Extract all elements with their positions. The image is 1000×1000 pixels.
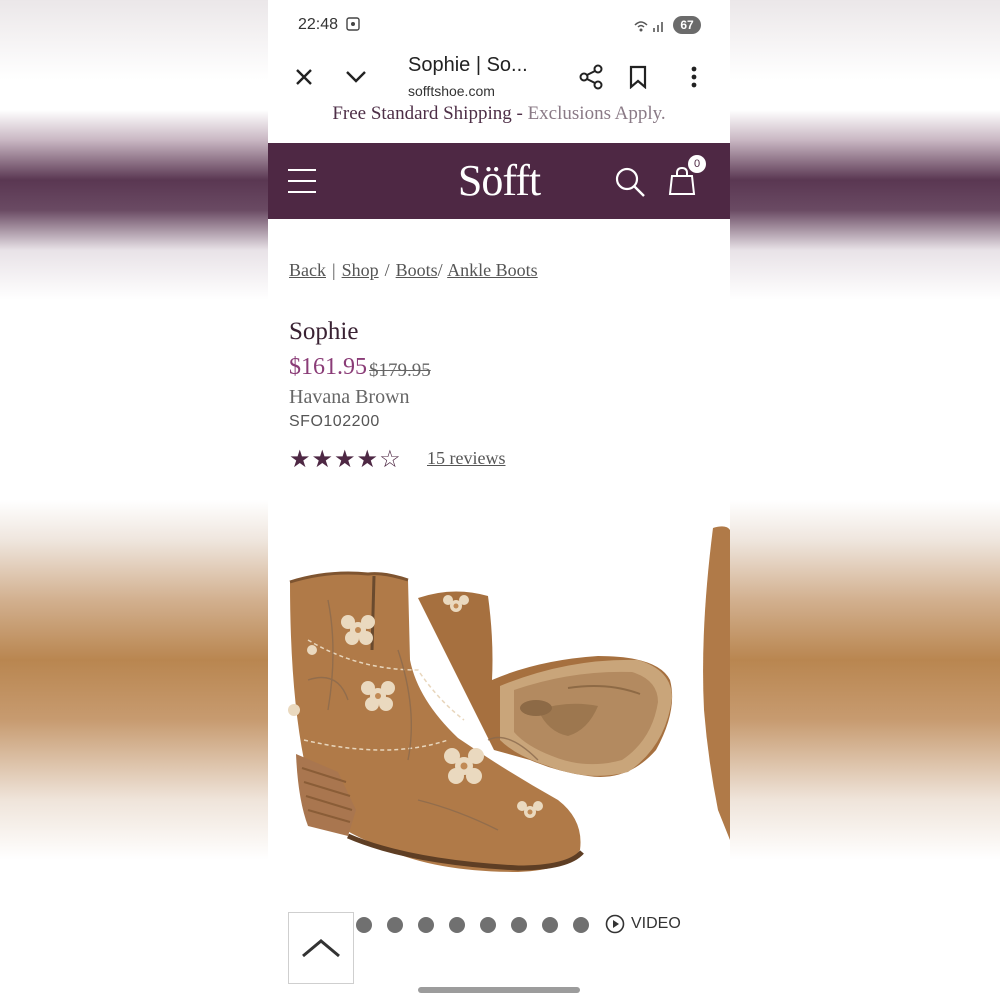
star-rating[interactable]: ★★★★☆ [289, 445, 402, 474]
carousel-dot[interactable] [511, 917, 527, 933]
url-text[interactable]: sofftshoe.com [408, 83, 495, 99]
promo-text: Free Standard Shipping - [332, 103, 528, 124]
product-color: Havana Brown [289, 386, 410, 408]
carousel-dot[interactable] [418, 917, 434, 933]
breadcrumb-back[interactable]: Back [289, 260, 326, 280]
play-icon [605, 914, 625, 934]
breadcrumb-slash: / [384, 260, 390, 280]
carousel-dot[interactable] [387, 917, 403, 933]
reviews-link[interactable]: 15 reviews [427, 448, 505, 469]
close-icon[interactable] [286, 59, 322, 95]
site-header: Söfft 0 [268, 143, 730, 219]
boot-image [288, 526, 730, 872]
carousel-dot[interactable] [449, 917, 465, 933]
promo-note: Exclusions Apply. [527, 103, 666, 124]
signal-icon [634, 21, 663, 32]
breadcrumb-ankle-boots[interactable]: Ankle Boots [447, 260, 538, 280]
product-image-carousel[interactable] [268, 510, 730, 900]
breadcrumb-slash: / [437, 260, 443, 280]
product-sku: SFO102200 [289, 413, 380, 430]
screenshot-icon [346, 17, 360, 31]
tab-title: Sophie | So... [408, 54, 528, 76]
carousel-dot[interactable] [356, 917, 372, 933]
carousel-dot[interactable] [573, 917, 589, 933]
video-label: VIDEO [631, 915, 681, 932]
battery-indicator: 67 [673, 16, 701, 34]
share-icon[interactable] [573, 59, 609, 95]
status-bar: 22:48 67 [268, 0, 730, 50]
breadcrumb-divider: | [331, 260, 336, 280]
product-name: Sophie [289, 318, 359, 345]
carousel-dot[interactable] [542, 917, 558, 933]
promo-banner: Free Standard Shipping - Exclusions Appl… [268, 103, 730, 125]
original-price: $179.95 [369, 360, 431, 381]
site-logo[interactable]: Söfft [268, 155, 730, 206]
breadcrumb-boots[interactable]: Boots [396, 260, 438, 280]
more-icon[interactable] [676, 59, 712, 95]
carousel-dots [356, 917, 589, 933]
breadcrumb-shop[interactable]: Shop [342, 260, 379, 280]
chevron-up-icon [302, 939, 340, 958]
scroll-to-top-button[interactable] [288, 912, 354, 984]
video-button[interactable]: VIDEO [605, 914, 681, 934]
status-time: 22:48 [298, 16, 339, 33]
bookmark-icon[interactable] [620, 59, 656, 95]
cart-count-badge: 0 [688, 155, 706, 173]
carousel-dot[interactable] [480, 917, 496, 933]
chevron-down-icon[interactable] [338, 59, 374, 95]
breadcrumb: Back | Shop / Boots/ Ankle Boots [289, 260, 538, 281]
phone-screen: 22:48 67 Sophie | So... sofftshoe.com Fr… [268, 0, 730, 1000]
search-icon[interactable] [612, 164, 648, 200]
home-indicator[interactable] [418, 987, 580, 993]
sale-price: $161.95 [289, 354, 367, 380]
